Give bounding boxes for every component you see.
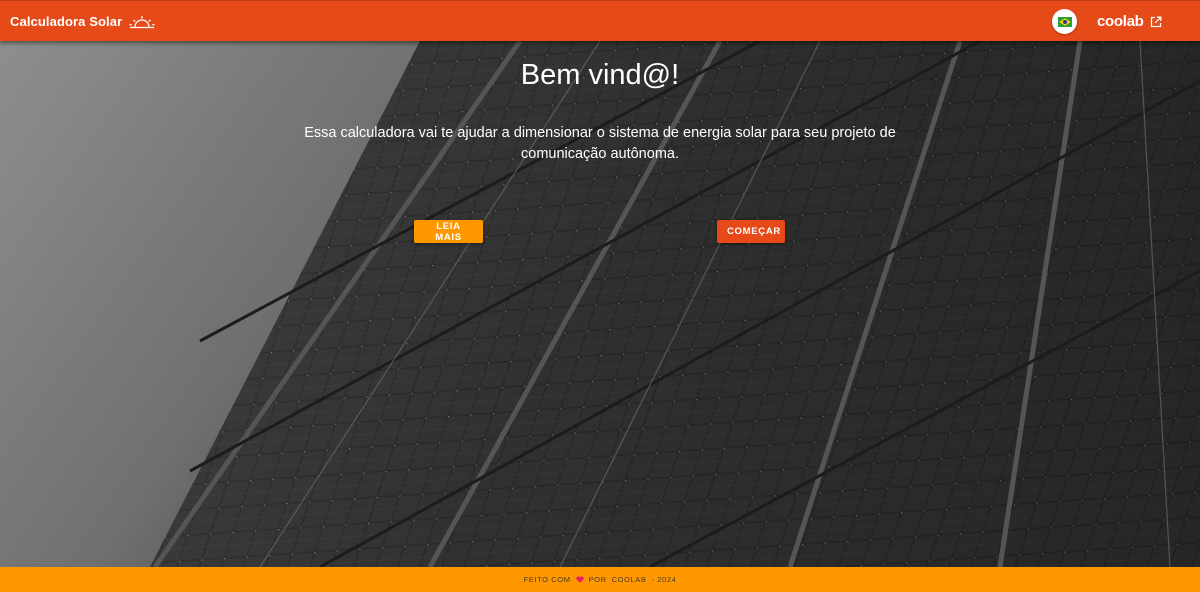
footer-author: COOLAB: [611, 575, 647, 584]
brazil-flag-icon: [1057, 16, 1072, 27]
welcome-heading: Bem vind@!: [520, 59, 680, 91]
language-button[interactable]: [1052, 9, 1077, 34]
read-more-button[interactable]: LEIA MAIS: [414, 220, 483, 243]
coolab-logo: COOLAB: [1097, 13, 1144, 30]
heart-icon: [575, 576, 584, 583]
footer-made-with: FEITO COM: [523, 575, 571, 584]
app-bar: Calculadora Solar COOLAB: [0, 0, 1200, 41]
external-link-icon: [1150, 16, 1161, 27]
coolab-link[interactable]: COOLAB: [1097, 1, 1162, 42]
footer: FEITO COM POR COOLAB - 2024: [0, 567, 1200, 592]
solar-panels-background: [0, 41, 1200, 567]
app-brand[interactable]: Calculadora Solar: [10, 1, 156, 42]
app-title: Calculadora Solar: [10, 14, 123, 29]
hero-section: Bem vind@! Essa calculadora vai te ajuda…: [0, 41, 1200, 567]
footer-year: - 2024: [651, 575, 677, 584]
welcome-description: Essa calculadora vai te ajudar a dimensi…: [304, 125, 896, 162]
footer-by: POR: [588, 575, 607, 584]
start-button[interactable]: COMEÇAR: [717, 220, 785, 243]
sunrise-icon: [129, 15, 155, 28]
